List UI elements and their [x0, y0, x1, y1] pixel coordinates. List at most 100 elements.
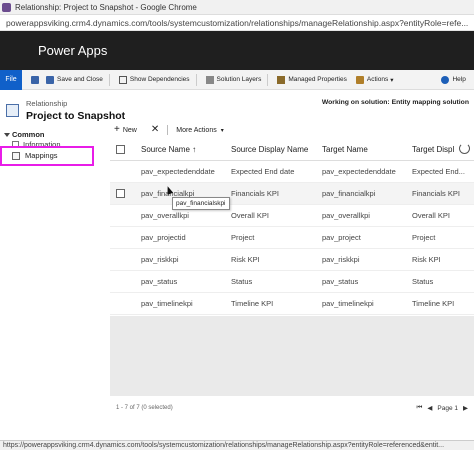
select-all-checkbox[interactable]: [116, 145, 125, 154]
cell-source-name: pav_status: [141, 277, 178, 286]
cell-source-name: pav_timelinekpi: [141, 299, 193, 308]
managed-properties-button[interactable]: Managed Properties: [277, 75, 347, 84]
nav-section-common[interactable]: Common: [4, 130, 45, 139]
cell-target-display: Expected End...: [412, 167, 465, 176]
grid-header-row: Source Name ↑ Source Display Name Target…: [110, 139, 474, 161]
address-bar[interactable]: powerappsviking.crm4.dynamics.com/tools/…: [0, 15, 474, 31]
next-page-icon[interactable]: ▶: [463, 404, 468, 412]
actions-icon: [355, 75, 364, 84]
tooltip: pav_financialskpi: [172, 197, 230, 210]
save-button[interactable]: [31, 75, 42, 84]
table-row[interactable]: pav_expectedenddate Expected End date pa…: [110, 161, 474, 183]
toolbar-separator: [167, 125, 169, 135]
record-count: 1 - 7 of 7 (0 selected): [116, 405, 173, 411]
first-page-icon[interactable]: ⏮: [417, 404, 423, 412]
row-checkbox[interactable]: [116, 189, 125, 198]
cell-target-name: pav_project: [322, 233, 361, 242]
cell-target-name: pav_riskkpi: [322, 255, 360, 264]
cell-source-name: pav_overallkpi: [141, 211, 189, 220]
cell-source-display: Timeline KPI: [231, 299, 274, 308]
grid-footer: 1 - 7 of 7 (0 selected) ⏮ ◀ Page 1 ▶: [110, 402, 474, 414]
save-and-close-label: Save and Close: [57, 76, 103, 83]
help-icon: [441, 75, 450, 84]
cell-target-display: Risk KPI: [412, 255, 441, 264]
cell-target-display: Project: [412, 233, 436, 242]
cell-target-name: pav_overallkpi: [322, 211, 370, 220]
delete-button[interactable]: ✕: [151, 125, 159, 135]
table-row[interactable]: pav_timelinekpi Timeline KPI pav_timelin…: [110, 293, 474, 315]
page-title: Project to Snapshot: [26, 110, 126, 122]
cell-source-display: Expected End date: [231, 167, 295, 176]
more-actions-button[interactable]: More Actions: [176, 127, 216, 134]
table-row[interactable]: pav_overallkpi Overall KPI pav_overallkp…: [110, 205, 474, 227]
solution-status: Working on solution: Entity mapping solu…: [321, 99, 469, 106]
entity-type-label: Relationship: [26, 99, 68, 108]
browser-status-bar: https://powerappsviking.crm4.dynamics.co…: [0, 440, 474, 450]
chevron-down-icon: ▾: [390, 76, 394, 84]
cell-source-display: Overall KPI: [231, 211, 269, 220]
cell-target-name: pav_timelinekpi: [322, 299, 374, 308]
mappings-highlight-annotation: [0, 146, 94, 166]
page-label: Page 1: [437, 404, 458, 412]
cell-target-name: pav_financialkpi: [322, 189, 376, 198]
cell-target-display: Status: [412, 277, 434, 286]
collapse-triangle-icon: [4, 132, 10, 137]
cell-target-display: Timeline KPI: [412, 299, 455, 308]
previous-page-icon[interactable]: ◀: [427, 404, 432, 412]
address-bar-url[interactable]: powerappsviking.crm4.dynamics.com/tools/…: [6, 18, 468, 28]
app-header: Power Apps: [0, 31, 474, 183]
chevron-down-icon: ▾: [220, 127, 224, 134]
table-row[interactable]: pav_status Status pav_status Status: [110, 271, 474, 293]
actions-label: Actions: [366, 76, 389, 83]
cell-source-name: pav_riskkpi: [141, 255, 179, 264]
mappings-grid: Source Name ↑ Source Display Name Target…: [110, 139, 474, 315]
command-separator: [195, 73, 197, 86]
cell-target-display: Financials KPI: [412, 189, 460, 198]
cell-source-name: pav_expectedenddate: [141, 167, 215, 176]
grid-empty-area: [110, 316, 474, 396]
table-row[interactable]: pav_projectid Project pav_project Projec…: [110, 227, 474, 249]
refresh-icon[interactable]: [459, 143, 470, 154]
cell-source-display: Status: [231, 277, 253, 286]
save-and-close-icon: [46, 75, 54, 84]
browser-title-bar: Relationship: Project to Snapshot - Goog…: [0, 0, 474, 15]
cell-source-display: Financials KPI: [231, 189, 279, 198]
show-dependencies-label: Show Dependencies: [129, 76, 190, 83]
managed-properties-icon: [277, 75, 286, 84]
command-separator: [108, 73, 110, 86]
cell-source-display: Project: [231, 233, 255, 242]
column-header-target-name[interactable]: Target Name: [322, 145, 407, 154]
actions-menu[interactable]: Actions ▾: [355, 75, 394, 84]
layers-icon: [205, 75, 214, 84]
nav-section-label: Common: [12, 130, 45, 139]
app-name: Power Apps: [38, 43, 108, 58]
save-and-close-button[interactable]: Save and Close: [46, 75, 103, 84]
solution-layers-label: Solution Layers: [216, 76, 262, 83]
column-header-source-display-name[interactable]: Source Display Name: [231, 145, 316, 154]
cell-source-name: pav_projectid: [141, 233, 186, 242]
window-title: Relationship: Project to Snapshot - Goog…: [15, 2, 197, 12]
help-menu[interactable]: Help: [441, 75, 466, 84]
command-bar: File Save and Close Show Dependencies So…: [0, 69, 474, 90]
table-row[interactable]: pav_riskkpi Risk KPI pav_riskkpi Risk KP…: [110, 249, 474, 271]
new-icon: +: [114, 124, 120, 135]
power-apps-favicon-icon: [2, 2, 11, 12]
grid-toolbar: + New ✕ More Actions ▾: [114, 123, 224, 137]
managed-properties-label: Managed Properties: [288, 76, 347, 83]
show-dependencies-button[interactable]: Show Dependencies: [118, 75, 190, 84]
cell-target-display: Overall KPI: [412, 211, 450, 220]
app-launcher-button[interactable]: [0, 31, 123, 183]
solution-layers-button[interactable]: Solution Layers: [205, 75, 262, 84]
cell-target-name: pav_expectedenddate: [322, 167, 396, 176]
help-label: Help: [452, 76, 466, 83]
command-separator: [267, 73, 269, 86]
dependencies-icon: [118, 75, 127, 84]
new-button[interactable]: New: [123, 127, 137, 134]
relationship-icon: [6, 104, 19, 117]
pager: ⏮ ◀ Page 1 ▶: [412, 404, 468, 412]
cell-source-display: Risk KPI: [231, 255, 260, 264]
cell-target-name: pav_status: [322, 277, 359, 286]
file-button[interactable]: File: [0, 69, 22, 90]
save-icon: [31, 75, 39, 84]
column-header-source-name[interactable]: Source Name ↑: [141, 145, 226, 154]
